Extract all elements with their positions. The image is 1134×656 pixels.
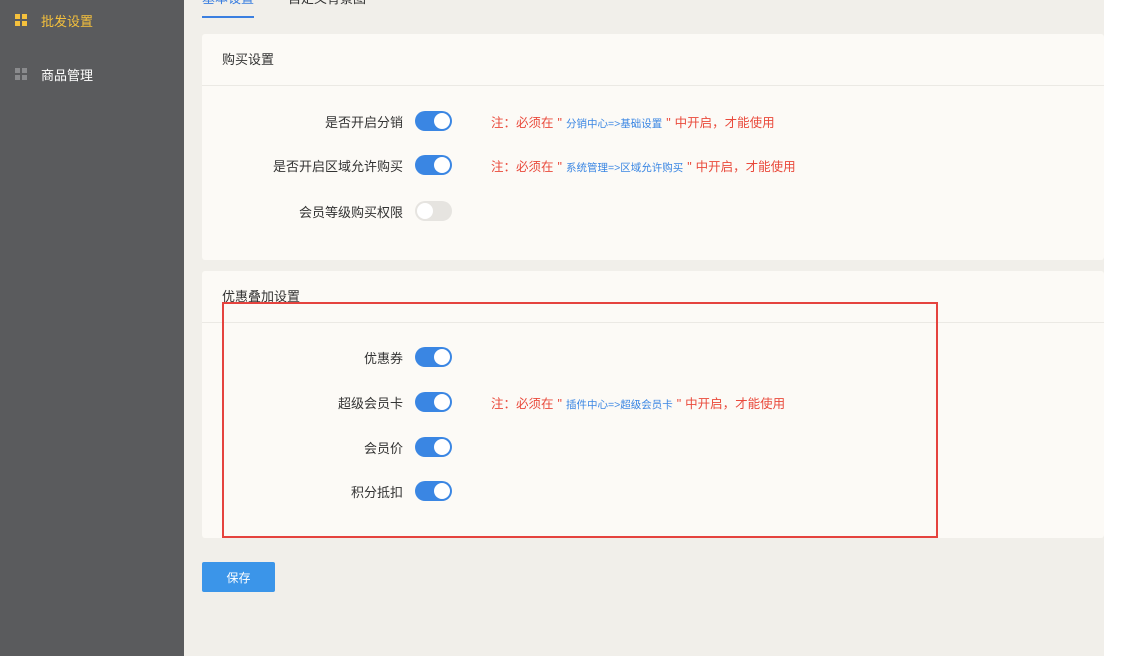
setting-row-member-price: 会员价 <box>202 436 452 458</box>
requirement-note: 注：必须在 " 系统管理=>区域允许购买 " 中开启，才能使用 <box>491 159 796 174</box>
sidebar: 批发设置 商品管理 <box>0 0 184 656</box>
grid-icon <box>15 68 27 80</box>
member-price-toggle[interactable] <box>415 437 452 457</box>
grid-icon <box>15 14 27 26</box>
setting-label: 是否开启分销 <box>324 114 403 130</box>
setting-label: 优惠券 <box>363 350 403 366</box>
setting-row-points-deduction: 积分抵扣 <box>202 480 452 502</box>
requirement-note: 注：必须在 " 插件中心=>超级会员卡 " 中开启，才能使用 <box>491 396 786 411</box>
card-title: 优惠叠加设置 <box>202 271 1104 323</box>
settings-path-link: 分销中心=>基础设置 <box>565 117 663 130</box>
right-gutter <box>1104 0 1134 656</box>
save-button[interactable]: 保存 <box>202 562 275 592</box>
coupon-toggle[interactable] <box>415 347 452 367</box>
tab-custom-background[interactable]: 自定义背景图 <box>288 0 366 18</box>
setting-label: 积分抵扣 <box>350 484 403 500</box>
sidebar-item-wholesale-settings[interactable]: 批发设置 <box>15 10 93 30</box>
setting-label: 会员等级购买权限 <box>298 204 403 220</box>
settings-path-link: 系统管理=>区域允许购买 <box>565 161 684 174</box>
tab-bar: 基本设置 自定义背景图 <box>202 0 366 18</box>
setting-label: 会员价 <box>363 440 403 456</box>
setting-row-coupon: 优惠券 <box>202 346 452 368</box>
sidebar-item-label: 商品管理 <box>41 67 94 83</box>
setting-row-super-member-card: 超级会员卡 注：必须在 " 插件中心=>超级会员卡 " 中开启，才能使用 <box>202 391 785 413</box>
main-content: 基本设置 自定义背景图 购买设置 是否开启分销 注：必须在"分销中心=>基础设置… <box>184 0 1104 656</box>
sidebar-item-product-management[interactable]: 商品管理 <box>15 64 93 84</box>
tab-basic-settings[interactable]: 基本设置 <box>202 0 255 18</box>
points-deduction-toggle[interactable] <box>415 481 452 501</box>
sidebar-item-label: 批发设置 <box>41 13 94 29</box>
settings-path-link: 插件中心=>超级会员卡 <box>565 398 673 411</box>
card-title: 购买设置 <box>202 34 1104 86</box>
member-level-toggle[interactable] <box>415 201 452 221</box>
setting-row-distribution: 是否开启分销 注：必须在 " 分销中心=>基础设置 " 中开启，才能使用 <box>202 110 775 132</box>
distribution-toggle[interactable] <box>415 111 452 131</box>
purchase-settings-card: 购买设置 是否开启分销 注：必须在 " 分销中心=>基础设置 " 中开启，才能使用 是否… <box>202 34 1104 260</box>
setting-label: 是否开启区域允许购买 <box>272 158 403 174</box>
requirement-note: 注：必须在 " 分销中心=>基础设置 " 中开启，才能使用 <box>491 115 775 130</box>
discount-stacking-card: 优惠叠加设置 优惠券 超级会员卡 注：必须在 " 插件中心=>超级会员卡 " 中开启，才… <box>202 271 1104 538</box>
setting-label: 超级会员卡 <box>337 395 403 411</box>
setting-row-region-purchase: 是否开启区域允许购买 注：必须在 " 系统管理=>区域允许购买 " 中开启，才能使用 <box>202 154 796 176</box>
region-purchase-toggle[interactable] <box>415 155 452 175</box>
setting-row-member-level: 会员等级购买权限 <box>202 200 452 222</box>
super-member-card-toggle[interactable] <box>415 392 452 412</box>
